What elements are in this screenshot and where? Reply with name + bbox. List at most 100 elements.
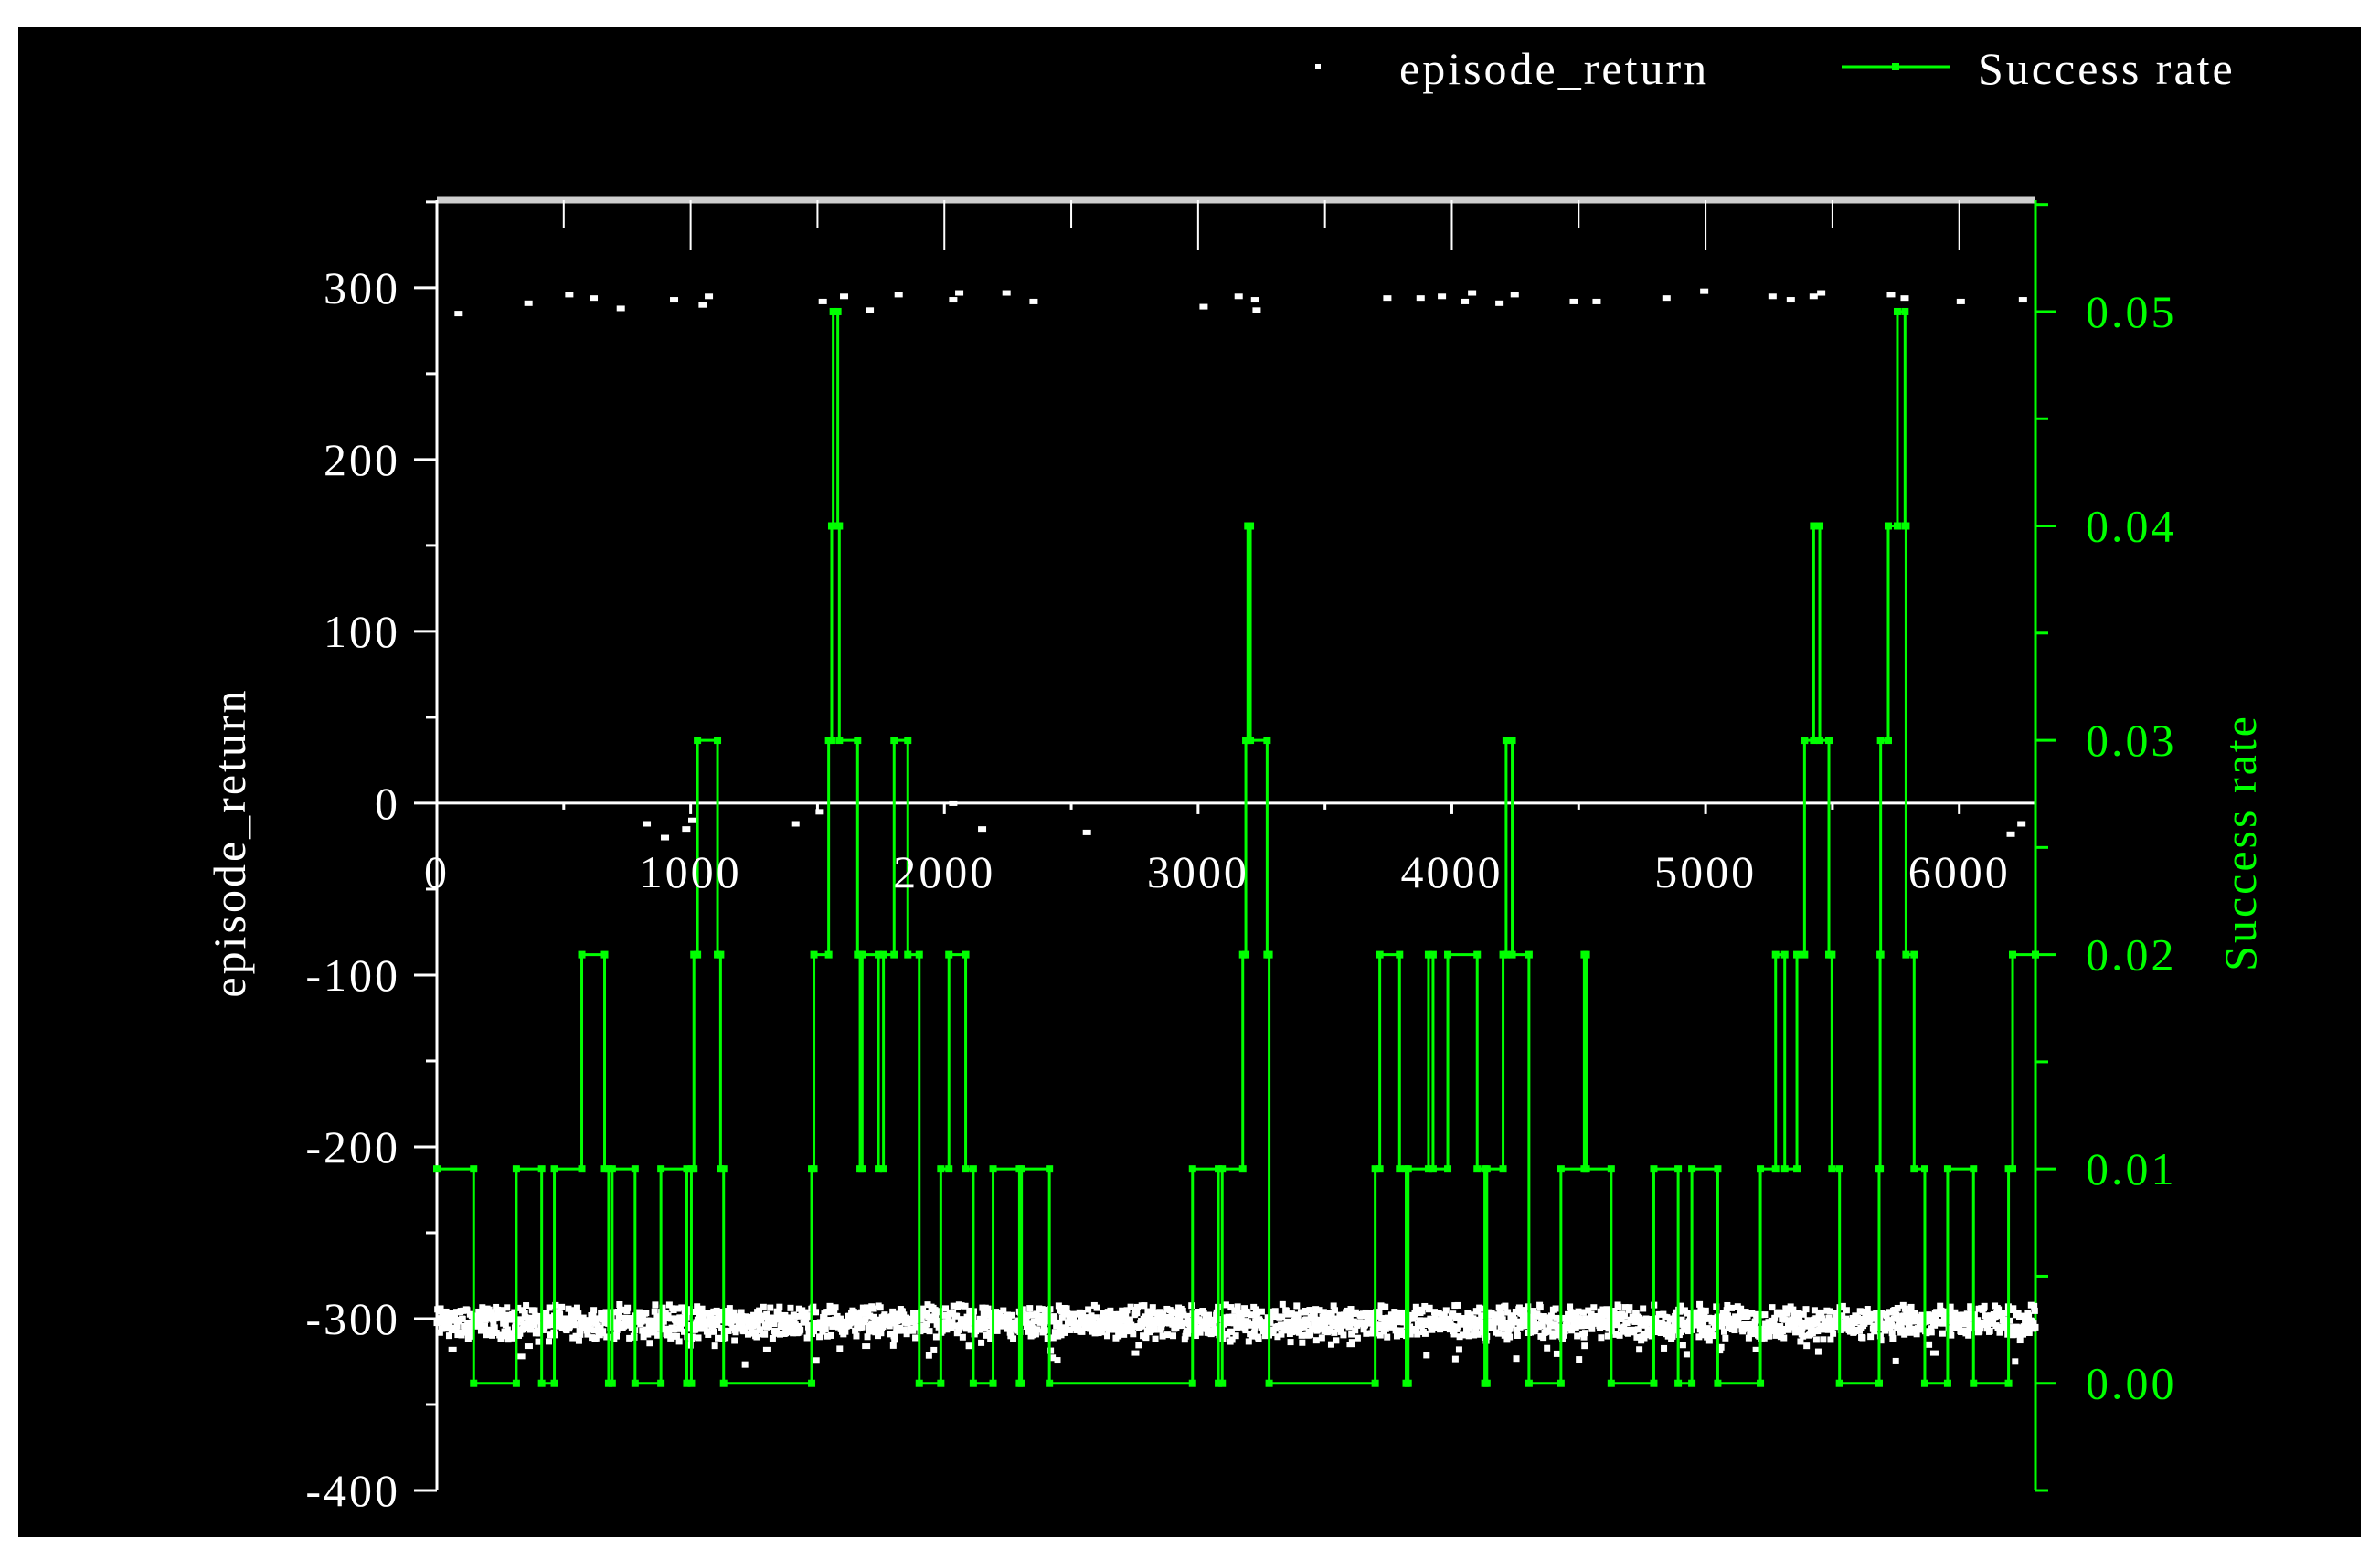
return-point [1133,1310,1141,1317]
success-rate-marker [1238,1165,1247,1173]
return-point [1498,1310,1505,1318]
success-rate-marker [1508,737,1516,745]
success-rate-marker [989,1165,997,1173]
return-point [869,1305,877,1312]
success-rate-marker [1757,1379,1765,1387]
return-point [1455,1346,1462,1353]
success-rate-marker [1582,950,1590,959]
x-tick-label: 2000 [893,846,995,897]
y-right-tick-label: 0.04 [2086,501,2177,552]
success-rate-marker [1404,1379,1412,1387]
return-point [545,1338,552,1345]
return-point [1034,1326,1041,1333]
success-rate-marker [1218,1165,1227,1173]
return-point [1504,1309,1512,1316]
return-point [1661,1344,1668,1352]
success-rate-marker [1816,737,1824,745]
return-point [1892,1357,1899,1364]
return-point [1626,1304,1633,1311]
return-point [705,293,714,300]
success-rate-marker [1876,737,1885,745]
return-point [1152,1335,1159,1342]
success-rate-marker [1265,1379,1273,1387]
return-point [1928,1329,1935,1336]
success-rate-marker [631,1165,639,1173]
success-rate-marker [1525,1379,1533,1387]
return-point [616,305,625,312]
return-point [1552,1305,1559,1312]
success-rate-marker [1757,1165,1765,1173]
return-point [787,1304,794,1311]
return-point [1814,1348,1822,1355]
return-point [1662,295,1671,302]
return-point [818,298,827,304]
success-rate-marker [1901,307,1909,315]
y-right-tick-label: 0.03 [2086,715,2177,766]
return-point [1271,1308,1279,1315]
return-point [2016,1337,2024,1344]
return-point [670,297,679,303]
return-point [1986,1327,1993,1334]
return-point [1620,1312,1628,1320]
y-tick-label: -300 [305,1293,400,1344]
success-rate-marker [1835,1165,1843,1173]
return-point [600,1328,607,1335]
success-rate-marker [1902,522,1910,530]
success-rate-marker [1396,1165,1404,1173]
return-point [1414,1331,1421,1338]
return-point [643,1310,650,1317]
success-rate-marker [1607,1379,1615,1387]
success-rate-marker [694,737,702,745]
return-point [1506,1333,1514,1341]
success-rate-marker [690,1165,698,1173]
success-rate-marker [1793,950,1801,959]
success-rate-marker [1429,950,1437,959]
return-point [1354,1334,1361,1342]
return-point [1761,1311,1769,1319]
success-rate-marker [717,950,725,959]
return-point [1421,1330,1429,1337]
return-point [1131,1350,1140,1356]
success-rate-marker [2032,950,2039,959]
success-rate-marker [962,950,970,959]
x-tick-label: 6000 [1908,846,2011,897]
return-point [1636,1346,1643,1353]
y-right-tick-label: 0.05 [2086,286,2177,337]
success-rate-marker [687,1379,696,1387]
y-axis-label: episode_return [204,687,255,997]
return-point [767,1304,774,1311]
success-rate-marker [512,1165,520,1173]
return-point [1926,1341,1933,1348]
return-point [822,1326,829,1333]
x-tick-label: 3000 [1147,846,1249,897]
return-point [698,302,707,308]
success-rate-marker [1376,950,1384,959]
return-point [976,1326,983,1333]
return-point [1784,1309,1791,1316]
success-rate-marker [1525,950,1533,959]
success-rate-marker [915,950,923,959]
return-point [524,300,533,306]
return-point [832,1304,839,1311]
return-point [1026,1305,1034,1312]
return-point [912,1334,919,1342]
return-point [705,1331,712,1338]
return-point [1042,1327,1049,1334]
return-point [1163,1331,1171,1339]
return-point [862,1343,871,1350]
success-rate-marker [1714,1379,1722,1387]
return-point [1382,1303,1389,1310]
success-rate-marker [1557,1165,1565,1173]
success-rate-marker [834,307,842,315]
return-point [949,297,958,303]
y-right-tick-label: 0.00 [2086,1358,2177,1409]
return-point [1536,1304,1544,1311]
success-rate-marker [2004,1379,2013,1387]
success-rate-marker [714,737,722,745]
return-point [1502,1302,1509,1310]
return-point [575,1337,582,1344]
return-point [568,1307,575,1314]
return-point [1258,1308,1265,1315]
success-rate-marker [1371,1379,1379,1387]
success-rate-marker [631,1379,639,1387]
